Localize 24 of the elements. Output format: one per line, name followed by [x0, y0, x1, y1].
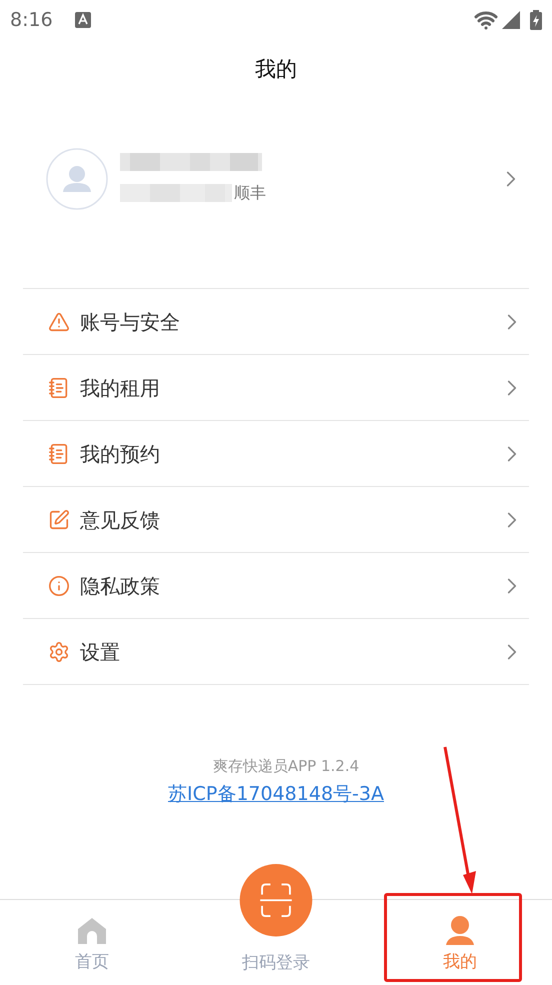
- signal-icon: [502, 11, 520, 29]
- battery-icon: [530, 10, 542, 30]
- status-time: 8:16: [10, 8, 53, 33]
- profile-row[interactable]: 顺丰: [0, 146, 552, 212]
- home-icon: [76, 916, 108, 946]
- edit-icon: [48, 508, 70, 530]
- page-title: 我的: [255, 56, 297, 84]
- app-version: 爽存快递员APP 1.2.4: [212, 756, 360, 777]
- company-name: 顺丰: [234, 182, 266, 204]
- menu-item[interactable]: 账号与安全: [23, 289, 529, 355]
- warning-icon: [48, 310, 70, 332]
- menu-item[interactable]: 意见反馈: [23, 487, 529, 553]
- menu-item[interactable]: 设置: [23, 619, 529, 685]
- menu-item[interactable]: 我的租用: [23, 355, 529, 421]
- person-icon: [444, 914, 476, 946]
- info-icon: [48, 574, 70, 596]
- menu-item[interactable]: 我的预约: [23, 421, 529, 487]
- notepad-icon: [48, 442, 70, 464]
- notepad-icon: [48, 376, 70, 398]
- icp-link[interactable]: 苏ICP备17048148号-3A: [168, 780, 384, 808]
- avatar-icon: [46, 148, 108, 210]
- keyboard-icon: [74, 12, 91, 28]
- menu-item[interactable]: 隐私政策: [23, 553, 529, 619]
- settings-icon: [48, 640, 70, 662]
